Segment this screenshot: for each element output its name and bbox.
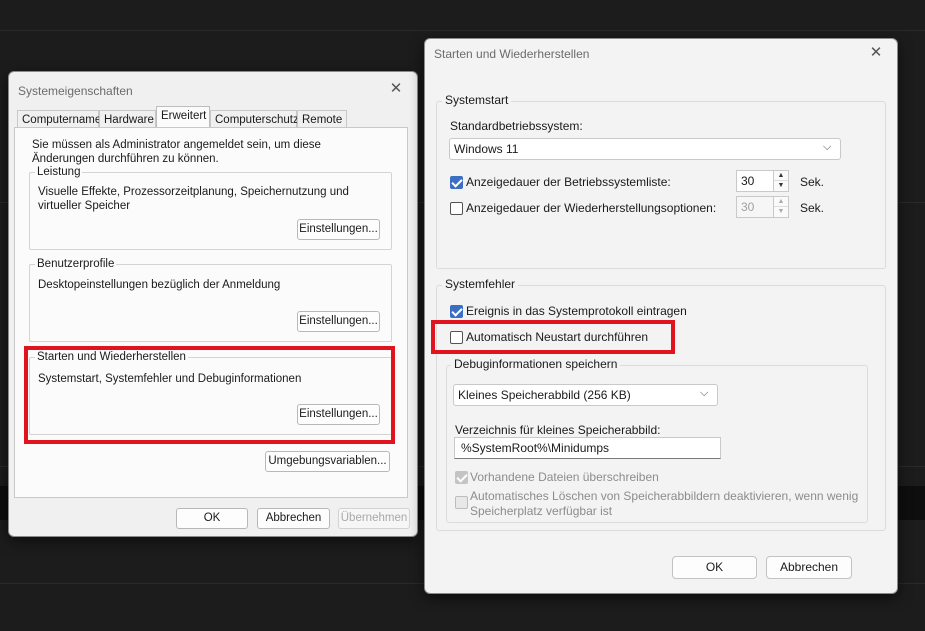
show-os-list-label: Anzeigedauer der Betriebssystemliste: [466, 175, 671, 189]
user-profiles-settings-button[interactable]: Einstellungen... [297, 311, 380, 332]
ok-button[interactable]: OK [672, 556, 757, 579]
show-recovery-unit: Sek. [800, 201, 825, 215]
group-systemstart-title: Systemstart [442, 93, 512, 107]
default-os-select[interactable]: Windows 11 ⌵ [449, 138, 841, 160]
spin-down-icon[interactable]: ▼ [774, 207, 788, 217]
show-recovery-label: Anzeigedauer der Wiederherstellungsoptio… [466, 201, 717, 215]
group-performance-title: Leistung [35, 166, 83, 178]
overwrite-label: Vorhandene Dateien überschreiben [470, 470, 659, 484]
environment-variables-button[interactable]: Umgebungsvariablen... [265, 451, 390, 472]
highlight-startup-group [24, 346, 395, 444]
performance-description: Visuelle Effekte, Prozessorzeitplanung, … [38, 186, 349, 212]
default-os-value: Windows 11 [454, 142, 519, 156]
dump-type-select[interactable]: Kleines Speicherabbild (256 KB) ⌵ [453, 384, 718, 406]
cancel-button[interactable]: Abbrechen [257, 508, 330, 529]
show-os-list-seconds[interactable]: 30 [736, 170, 774, 192]
overwrite-checkbox[interactable] [455, 471, 468, 484]
show-recovery-seconds[interactable]: 30 [736, 196, 774, 218]
dialog-title: Starten und Wiederherstellen [434, 47, 590, 61]
cancel-button[interactable]: Abbrechen [766, 556, 852, 579]
performance-settings-button[interactable]: Einstellungen... [297, 219, 380, 240]
user-profiles-description: Desktopeinstellungen bezüglich der Anmel… [38, 279, 281, 291]
show-os-list-checkbox[interactable] [450, 176, 463, 189]
ok-button[interactable]: OK [176, 508, 248, 529]
show-recovery-spinner[interactable]: ▲ ▼ [773, 196, 789, 218]
highlight-auto-restart [431, 320, 675, 354]
admin-notice: Sie müssen als Administrator angemeldet … [32, 139, 321, 165]
dialog-title: Systemeigenschaften [18, 84, 133, 98]
log-event-label: Ereignis in das Systemprotokoll eintrage… [466, 304, 687, 318]
close-icon[interactable]: ✕ [865, 42, 887, 64]
group-debug-info-title: Debuginformationen speichern [451, 357, 621, 371]
dump-type-value: Kleines Speicherabbild (256 KB) [458, 388, 631, 402]
group-systemfehler-title: Systemfehler [442, 277, 519, 291]
apply-button[interactable]: Übernehmen [338, 508, 410, 529]
show-os-list-unit: Sek. [800, 175, 825, 189]
chevron-down-icon: ⌵ [823, 141, 832, 153]
show-recovery-checkbox[interactable] [450, 202, 463, 215]
default-os-label: Standardbetriebssystem: [450, 119, 583, 133]
close-icon[interactable]: ✕ [385, 78, 407, 100]
spin-up-icon[interactable]: ▲ [774, 197, 788, 207]
spin-down-icon[interactable]: ▼ [774, 181, 788, 191]
spin-up-icon[interactable]: ▲ [774, 171, 788, 181]
show-os-list-spinner[interactable]: ▲ ▼ [773, 170, 789, 192]
tab-erweitert[interactable]: Erweitert [156, 106, 210, 127]
background-line [0, 30, 925, 31]
dump-dir-input[interactable]: %SystemRoot%\Minidumps [454, 437, 721, 459]
disable-auto-delete-label: Automatisches Löschen von Speicherabbild… [470, 489, 859, 518]
chevron-down-icon: ⌵ [700, 387, 709, 399]
disable-auto-delete-checkbox[interactable] [455, 496, 468, 509]
group-user-profiles-title: Benutzerprofile [35, 258, 117, 270]
dump-dir-label: Verzeichnis für kleines Speicherabbild: [455, 423, 661, 437]
log-event-checkbox[interactable] [450, 305, 463, 318]
